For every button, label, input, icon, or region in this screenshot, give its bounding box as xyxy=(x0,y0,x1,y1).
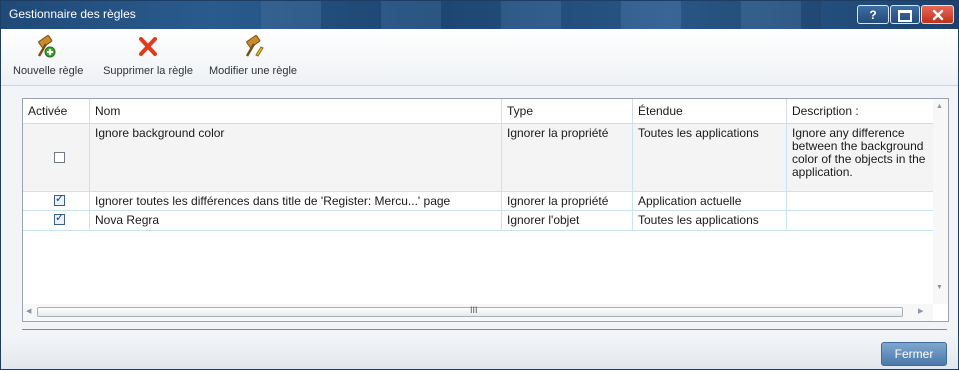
column-header-scope[interactable]: Étendue xyxy=(633,99,787,123)
scrollbar-thumb[interactable]: III xyxy=(37,305,903,317)
edit-rule-label: Modifier une règle xyxy=(208,65,298,77)
description-line: application. xyxy=(792,165,853,179)
title-bar[interactable]: Gestionnaire des règles ? xyxy=(1,1,958,29)
horizontal-scrollbar[interactable]: ◀ III ▶ xyxy=(23,304,933,321)
delete-rule-label: Supprimer la règle xyxy=(103,65,193,77)
title-bar-decoration xyxy=(261,1,821,29)
vertical-scrollbar[interactable]: ▲ ▼ xyxy=(933,99,948,304)
table-row[interactable]: Nova Regra Ignorer l'objet Toutes les ap… xyxy=(23,211,933,231)
table-row[interactable]: Ignore background color Ignorer la propr… xyxy=(23,124,933,192)
type-cell: Ignorer l'objet xyxy=(502,211,633,230)
toolbar: Nouvelle règle Supprimer la règle Modifi… xyxy=(1,29,958,86)
column-header-type[interactable]: Type xyxy=(502,99,633,123)
enabled-checkbox[interactable] xyxy=(54,212,65,225)
close-window-button[interactable] xyxy=(921,5,954,24)
name-cell: Ignore background color xyxy=(90,124,502,191)
help-button[interactable]: ? xyxy=(857,5,889,24)
gavel-add-icon xyxy=(37,34,56,58)
type-cell: Ignorer la propriété xyxy=(502,124,633,191)
table-header: Activée Nom Type Étendue Description : xyxy=(23,99,948,124)
name-cell: Ignorer toutes les différences dans titl… xyxy=(90,192,502,210)
rules-table: Activée Nom Type Étendue Description : I… xyxy=(22,98,949,322)
scrollbar-grip: III xyxy=(470,305,478,315)
delete-rule-button[interactable]: Supprimer la règle xyxy=(98,35,198,77)
column-header-enabled[interactable]: Activée xyxy=(23,99,90,123)
scroll-up-arrow-icon[interactable]: ▲ xyxy=(936,103,943,110)
scope-cell: Application actuelle xyxy=(633,192,787,210)
close-icon xyxy=(932,9,943,21)
footer-bar xyxy=(1,334,958,369)
column-header-description[interactable]: Description : xyxy=(787,99,933,123)
window-title: Gestionnaire des règles xyxy=(9,7,136,21)
scroll-right-arrow-icon[interactable]: ▶ xyxy=(918,307,923,315)
scope-cell: Toutes les applications xyxy=(633,211,787,230)
type-cell: Ignorer la propriété xyxy=(502,192,633,210)
enabled-cell xyxy=(23,192,90,210)
separator xyxy=(22,329,947,330)
scroll-left-arrow-icon[interactable]: ◀ xyxy=(26,307,31,315)
scroll-down-arrow-icon[interactable]: ▼ xyxy=(936,284,943,291)
enabled-checkbox[interactable] xyxy=(54,152,65,163)
name-cell: Nova Regra xyxy=(90,211,502,230)
rules-manager-window: Gestionnaire des règles ? Nouvelle règle… xyxy=(0,0,959,370)
gavel-edit-icon xyxy=(245,34,264,57)
help-label: ? xyxy=(869,8,877,22)
enabled-cell xyxy=(23,211,90,230)
new-rule-label: Nouvelle règle xyxy=(13,65,84,77)
scope-cell: Toutes les applications xyxy=(633,124,787,191)
edit-rule-button[interactable]: Modifier une règle xyxy=(203,34,303,77)
enabled-checkbox[interactable] xyxy=(54,193,65,206)
description-cell xyxy=(787,211,933,230)
table-row[interactable]: Ignorer toutes les différences dans titl… xyxy=(23,192,933,211)
close-button[interactable]: Fermer xyxy=(881,342,947,366)
enabled-cell xyxy=(23,124,90,191)
maximize-button[interactable] xyxy=(890,5,920,24)
maximize-icon xyxy=(898,10,912,22)
new-rule-button[interactable]: Nouvelle règle xyxy=(13,34,84,77)
column-header-name[interactable]: Nom xyxy=(90,99,502,123)
delete-x-icon xyxy=(139,37,157,56)
description-cell xyxy=(787,192,933,210)
description-cell: Ignore any difference between the backgr… xyxy=(787,124,933,191)
